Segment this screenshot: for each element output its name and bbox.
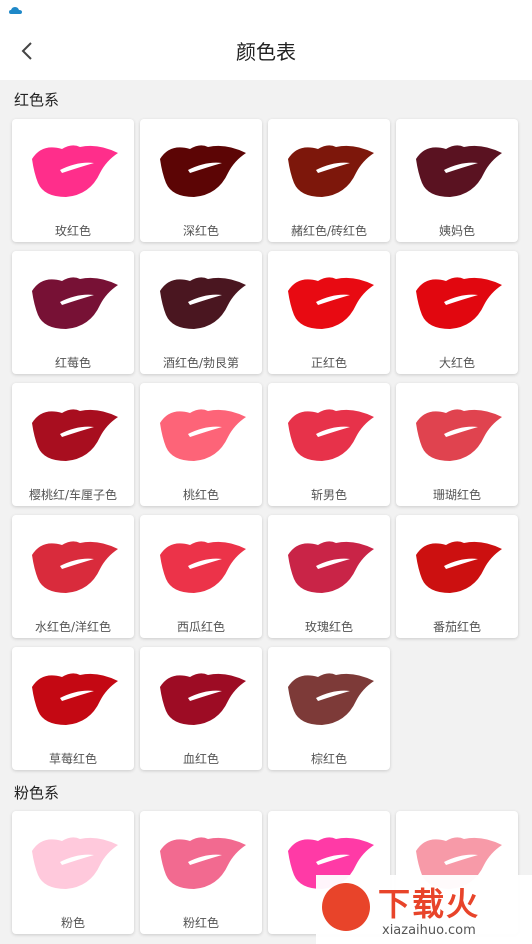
color-card[interactable]: 西瓜红色 <box>140 515 262 638</box>
lips-swatch-icon <box>416 277 502 329</box>
color-card[interactable]: 珊瑚红色 <box>396 383 518 506</box>
lips-swatch-icon <box>32 837 118 889</box>
color-card[interactable]: 玫瑰红色 <box>268 515 390 638</box>
lips-swatch-icon <box>32 673 118 725</box>
lips-swatch-icon <box>32 541 118 593</box>
color-card-label: 血红色 <box>182 752 219 766</box>
color-card[interactable]: 粉色 <box>12 811 134 934</box>
color-card-label: 红莓色 <box>54 356 91 370</box>
color-card-label: 正红色 <box>310 356 347 370</box>
color-card-label: 珊瑚红色 <box>432 488 481 502</box>
color-card[interactable]: 粉红色 <box>140 811 262 934</box>
color-card-label: 番茄红色 <box>432 620 481 634</box>
color-card[interactable]: 赭红色/砖红色 <box>268 119 390 242</box>
color-card[interactable]: 棕红色 <box>268 647 390 770</box>
color-card[interactable]: 水红色/洋红色 <box>12 515 134 638</box>
color-card-label: 斩男色 <box>310 488 347 502</box>
watermark-logo-icon <box>322 883 370 931</box>
color-card[interactable]: 樱桃红/车厘子色 <box>12 383 134 506</box>
lips-swatch-icon <box>288 409 374 461</box>
color-card-label: 深红色 <box>182 224 219 238</box>
red-color-grid: 玫红色 深红色 赭红色/砖红色 姨妈色红莓色 酒红色/勃艮第 正红色 大红色樱桃红/车厘子色… <box>12 119 522 770</box>
color-card-label: 水红色/洋红色 <box>34 620 112 634</box>
color-card[interactable]: 桃红色 <box>140 383 262 506</box>
color-card[interactable]: 姨妈色 <box>396 119 518 242</box>
color-card-label: 棕红色 <box>310 752 347 766</box>
color-card-label: 桃红色 <box>182 488 219 502</box>
color-card[interactable]: 玫红色 <box>12 119 134 242</box>
lips-swatch-icon <box>288 673 374 725</box>
lips-swatch-icon <box>160 409 246 461</box>
color-card-label: 大红色 <box>438 356 475 370</box>
lips-swatch-icon <box>160 541 246 593</box>
lips-swatch-icon <box>32 145 118 197</box>
section-title-red: 红色系 <box>14 91 60 109</box>
lips-swatch-icon <box>32 409 118 461</box>
lips-swatch-icon <box>288 277 374 329</box>
watermark-url: xiazaihuo.com <box>382 923 476 938</box>
color-card-label: 樱桃红/车厘子色 <box>28 488 118 502</box>
color-card-label: 赭红色/砖红色 <box>290 224 368 238</box>
color-card-label: 草莓红色 <box>48 752 97 766</box>
cloud-icon <box>9 7 22 14</box>
lips-swatch-icon <box>160 145 246 197</box>
color-card[interactable]: 大红色 <box>396 251 518 374</box>
header-bar: 颜色表 <box>0 22 532 80</box>
color-card[interactable]: 斩男色 <box>268 383 390 506</box>
color-card-label: 粉色 <box>60 916 85 930</box>
color-card-label: 玫红色 <box>54 224 91 238</box>
color-card-label: 酒红色/勃艮第 <box>162 356 240 370</box>
color-card[interactable]: 酒红色/勃艮第 <box>140 251 262 374</box>
status-bar <box>0 0 532 22</box>
color-card-label: 姨妈色 <box>438 224 475 238</box>
lips-swatch-icon <box>416 145 502 197</box>
lips-swatch-icon <box>416 541 502 593</box>
color-card[interactable]: 血红色 <box>140 647 262 770</box>
color-card-label: 玫瑰红色 <box>304 620 353 634</box>
lips-swatch-icon <box>416 409 502 461</box>
watermark: 下载火 xiazaihuo.com <box>316 875 532 944</box>
lips-swatch-icon <box>288 541 374 593</box>
color-card[interactable]: 深红色 <box>140 119 262 242</box>
lips-swatch-icon <box>32 277 118 329</box>
color-card-label: 粉红色 <box>182 916 219 930</box>
color-card[interactable]: 草莓红色 <box>12 647 134 770</box>
watermark-text: 下载火 <box>378 885 481 923</box>
lips-swatch-icon <box>160 673 246 725</box>
color-card[interactable]: 红莓色 <box>12 251 134 374</box>
color-card-label: 西瓜红色 <box>176 620 225 634</box>
section-title-pink: 粉色系 <box>14 784 60 802</box>
page-title: 颜色表 <box>236 40 296 64</box>
lips-swatch-icon <box>160 837 246 889</box>
lips-swatch-icon <box>288 145 374 197</box>
lips-swatch-icon <box>160 277 246 329</box>
color-card[interactable]: 番茄红色 <box>396 515 518 638</box>
color-card[interactable]: 正红色 <box>268 251 390 374</box>
